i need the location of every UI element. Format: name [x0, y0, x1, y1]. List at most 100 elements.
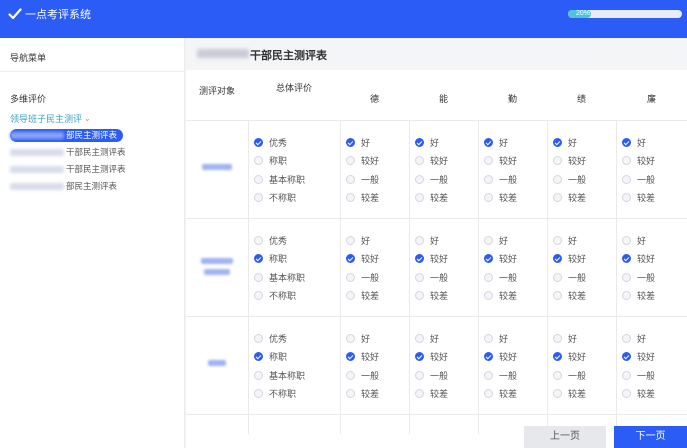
dimension-option[interactable]: 较好	[346, 253, 379, 265]
radio-checked-icon[interactable]	[254, 352, 263, 361]
dimension-option[interactable]: 较好	[622, 351, 655, 363]
dimension-option[interactable]: 较差	[553, 192, 586, 204]
dimension-option[interactable]: 一般	[415, 173, 448, 185]
radio-icon[interactable]	[484, 193, 493, 202]
radio-icon[interactable]	[346, 272, 355, 282]
dimension-option[interactable]: 较差	[622, 192, 655, 204]
overall-option[interactable]: 基本称职	[254, 369, 305, 381]
dimension-option[interactable]: 一般	[484, 271, 517, 283]
dimension-option[interactable]: 好	[484, 234, 508, 246]
radio-icon[interactable]	[484, 156, 493, 165]
dimension-option[interactable]: 一般	[553, 173, 586, 185]
dimension-option[interactable]: 较好	[622, 253, 655, 265]
overall-option[interactable]: 称职	[254, 351, 287, 363]
radio-checked-icon[interactable]	[622, 352, 631, 361]
dimension-option[interactable]: 一般	[346, 369, 379, 381]
radio-icon[interactable]	[484, 272, 493, 282]
radio-icon[interactable]	[622, 272, 631, 282]
dimension-option[interactable]: 好	[346, 332, 370, 344]
radio-checked-icon[interactable]	[415, 254, 424, 263]
radio-icon[interactable]	[553, 156, 562, 165]
radio-icon[interactable]	[346, 389, 355, 398]
radio-icon[interactable]	[346, 291, 355, 300]
radio-icon[interactable]	[553, 235, 562, 245]
dimension-option[interactable]: 较好	[484, 155, 517, 167]
dimension-option[interactable]: 好	[415, 234, 439, 246]
radio-checked-icon[interactable]	[415, 352, 424, 361]
dimension-option[interactable]: 好	[484, 136, 508, 148]
overall-option[interactable]: 不称职	[254, 388, 296, 400]
dimension-option[interactable]: 好	[346, 136, 370, 148]
overall-option[interactable]: 不称职	[254, 290, 296, 302]
prev-page-button[interactable]: 上一页	[524, 426, 606, 448]
radio-icon[interactable]	[415, 272, 424, 282]
radio-icon[interactable]	[346, 193, 355, 202]
radio-icon[interactable]	[553, 193, 562, 202]
radio-icon[interactable]	[346, 370, 355, 380]
radio-icon[interactable]	[254, 193, 263, 202]
radio-icon[interactable]	[415, 156, 424, 165]
radio-icon[interactable]	[415, 333, 424, 343]
dimension-option[interactable]: 好	[622, 332, 646, 344]
overall-option[interactable]: 称职	[254, 253, 287, 265]
radio-icon[interactable]	[415, 370, 424, 380]
radio-icon[interactable]	[622, 389, 631, 398]
dimension-option[interactable]: 好	[415, 332, 439, 344]
radio-icon[interactable]	[254, 333, 263, 343]
radio-icon[interactable]	[346, 174, 355, 184]
radio-icon[interactable]	[553, 272, 562, 282]
radio-icon[interactable]	[553, 333, 562, 343]
radio-icon[interactable]	[346, 156, 355, 165]
dimension-option[interactable]: 一般	[622, 173, 655, 185]
radio-icon[interactable]	[484, 370, 493, 380]
radio-checked-icon[interactable]	[346, 352, 355, 361]
radio-icon[interactable]	[415, 174, 424, 184]
dimension-option[interactable]: 较好	[415, 155, 448, 167]
overall-option[interactable]: 基本称职	[254, 173, 305, 185]
radio-icon[interactable]	[622, 291, 631, 300]
radio-icon[interactable]	[622, 174, 631, 184]
radio-icon[interactable]	[553, 370, 562, 380]
radio-icon[interactable]	[254, 174, 263, 184]
radio-icon[interactable]	[254, 389, 263, 398]
radio-icon[interactable]	[254, 370, 263, 380]
dimension-option[interactable]: 一般	[346, 271, 379, 283]
radio-icon[interactable]	[484, 389, 493, 398]
dimension-option[interactable]: 较差	[484, 388, 517, 400]
radio-checked-icon[interactable]	[622, 254, 631, 263]
radio-checked-icon[interactable]	[254, 137, 263, 147]
dimension-option[interactable]: 较差	[415, 388, 448, 400]
dimension-option[interactable]: 较差	[346, 388, 379, 400]
dimension-option[interactable]: 较好	[484, 253, 517, 265]
dimension-option[interactable]: 一般	[622, 271, 655, 283]
radio-icon[interactable]	[415, 235, 424, 245]
dimension-option[interactable]: 好	[622, 234, 646, 246]
radio-icon[interactable]	[254, 291, 263, 300]
dimension-option[interactable]: 较差	[484, 192, 517, 204]
overall-option[interactable]: 优秀	[254, 234, 287, 246]
dimension-option[interactable]: 较差	[622, 290, 655, 302]
dimension-option[interactable]: 好	[484, 332, 508, 344]
radio-checked-icon[interactable]	[553, 137, 562, 147]
dimension-option[interactable]: 较好	[346, 155, 379, 167]
radio-checked-icon[interactable]	[346, 137, 355, 147]
dimension-option[interactable]: 较差	[553, 290, 586, 302]
radio-icon[interactable]	[622, 333, 631, 343]
radio-icon[interactable]	[622, 370, 631, 380]
dimension-option[interactable]: 较差	[346, 192, 379, 204]
radio-icon[interactable]	[484, 174, 493, 184]
dimension-option[interactable]: 一般	[484, 173, 517, 185]
radio-checked-icon[interactable]	[484, 352, 493, 361]
dimension-option[interactable]: 好	[415, 136, 439, 148]
radio-icon[interactable]	[415, 291, 424, 300]
dimension-option[interactable]: 一般	[553, 369, 586, 381]
dimension-option[interactable]: 好	[346, 234, 370, 246]
dimension-option[interactable]: 较好	[622, 155, 655, 167]
sidebar-item-evaluation-1[interactable]: 部民主测评表	[10, 129, 123, 142]
radio-checked-icon[interactable]	[622, 137, 631, 147]
radio-icon[interactable]	[415, 193, 424, 202]
radio-checked-icon[interactable]	[346, 254, 355, 263]
dimension-option[interactable]: 较差	[484, 290, 517, 302]
radio-icon[interactable]	[622, 235, 631, 245]
radio-icon[interactable]	[346, 333, 355, 343]
